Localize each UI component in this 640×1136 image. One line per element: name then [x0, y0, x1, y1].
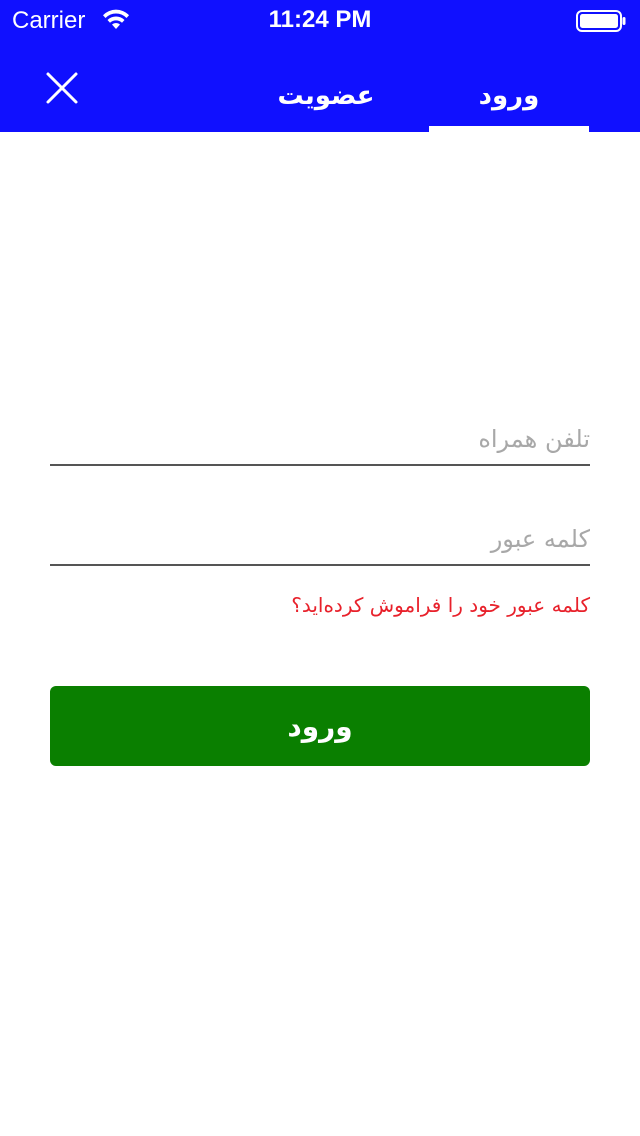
- status-time: 11:24 PM: [268, 6, 372, 33]
- battery-full-icon: [576, 10, 626, 32]
- close-button[interactable]: [40, 66, 84, 110]
- header-bar: Carrier 11:24 PM ورود عضویت: [0, 0, 640, 132]
- tab-login[interactable]: ورود: [429, 72, 589, 120]
- status-bar: Carrier 11:24 PM: [0, 0, 640, 40]
- close-icon: [46, 72, 78, 104]
- login-button[interactable]: ورود: [50, 686, 590, 766]
- app-root: Carrier 11:24 PM ورود عضویت کلمه عبو: [0, 0, 640, 1136]
- phone-input[interactable]: [50, 414, 590, 466]
- password-input[interactable]: [50, 514, 590, 566]
- forgot-password-link[interactable]: کلمه عبور خود را فراموش کرده‌اید؟: [50, 590, 590, 620]
- tab-signup[interactable]: عضویت: [246, 72, 406, 120]
- active-tab-indicator: [429, 126, 589, 132]
